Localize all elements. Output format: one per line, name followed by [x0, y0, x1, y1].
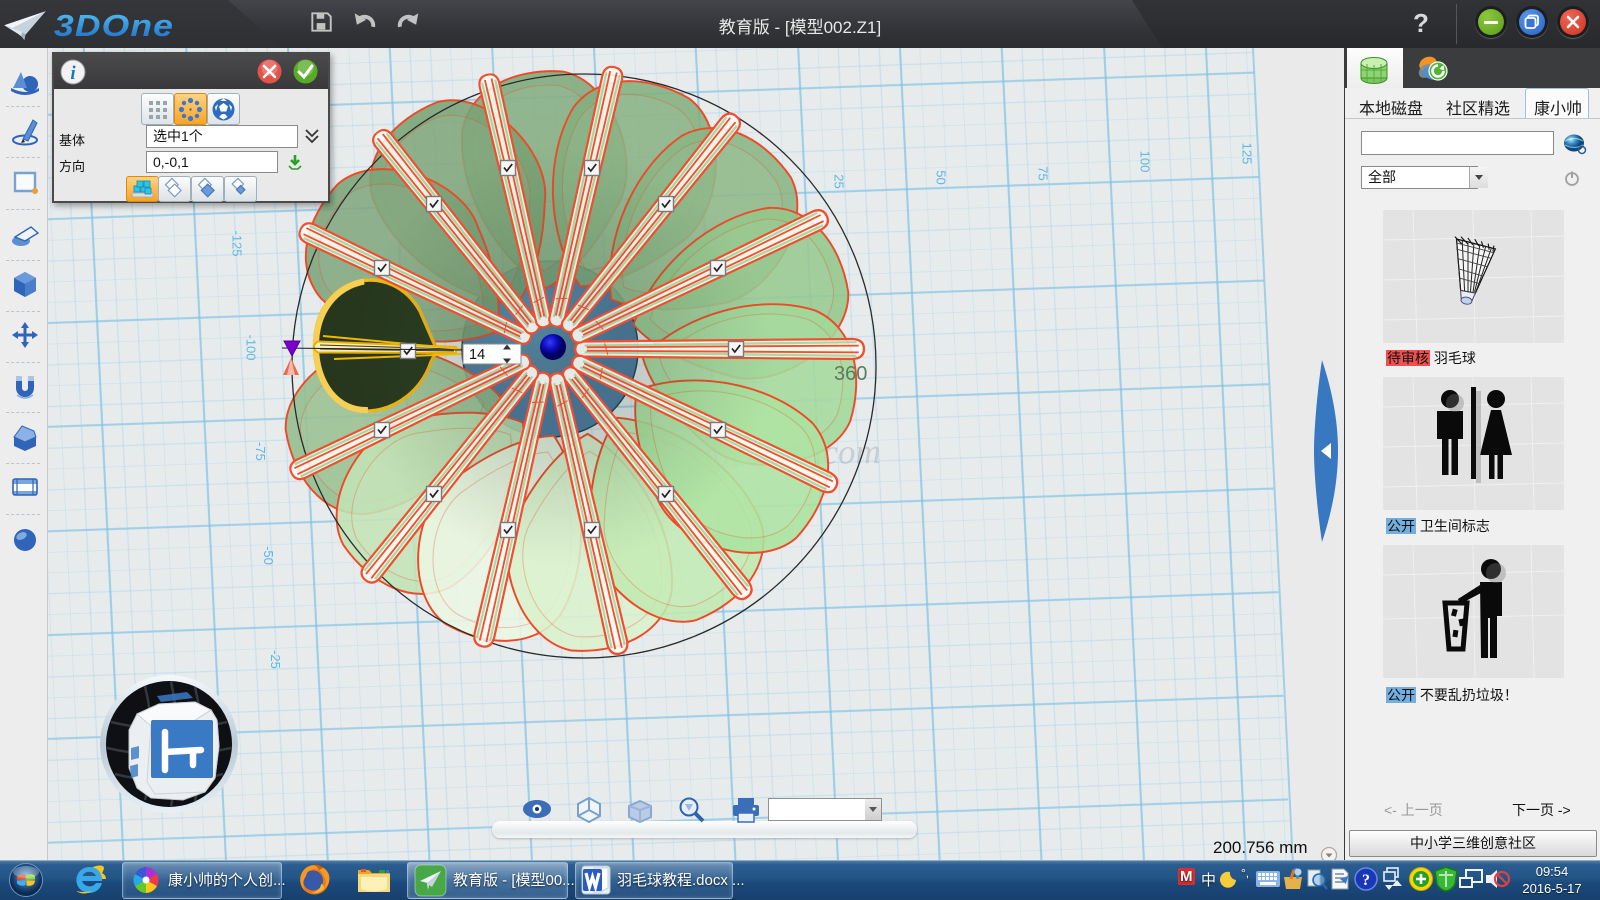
svg-text:3DOne: 3DOne — [54, 8, 174, 43]
svg-text:14: 14 — [469, 347, 485, 363]
svg-text:360: 360 — [834, 363, 867, 385]
svg-text:?: ? — [1362, 872, 1370, 889]
svg-text:i: i — [70, 63, 76, 84]
